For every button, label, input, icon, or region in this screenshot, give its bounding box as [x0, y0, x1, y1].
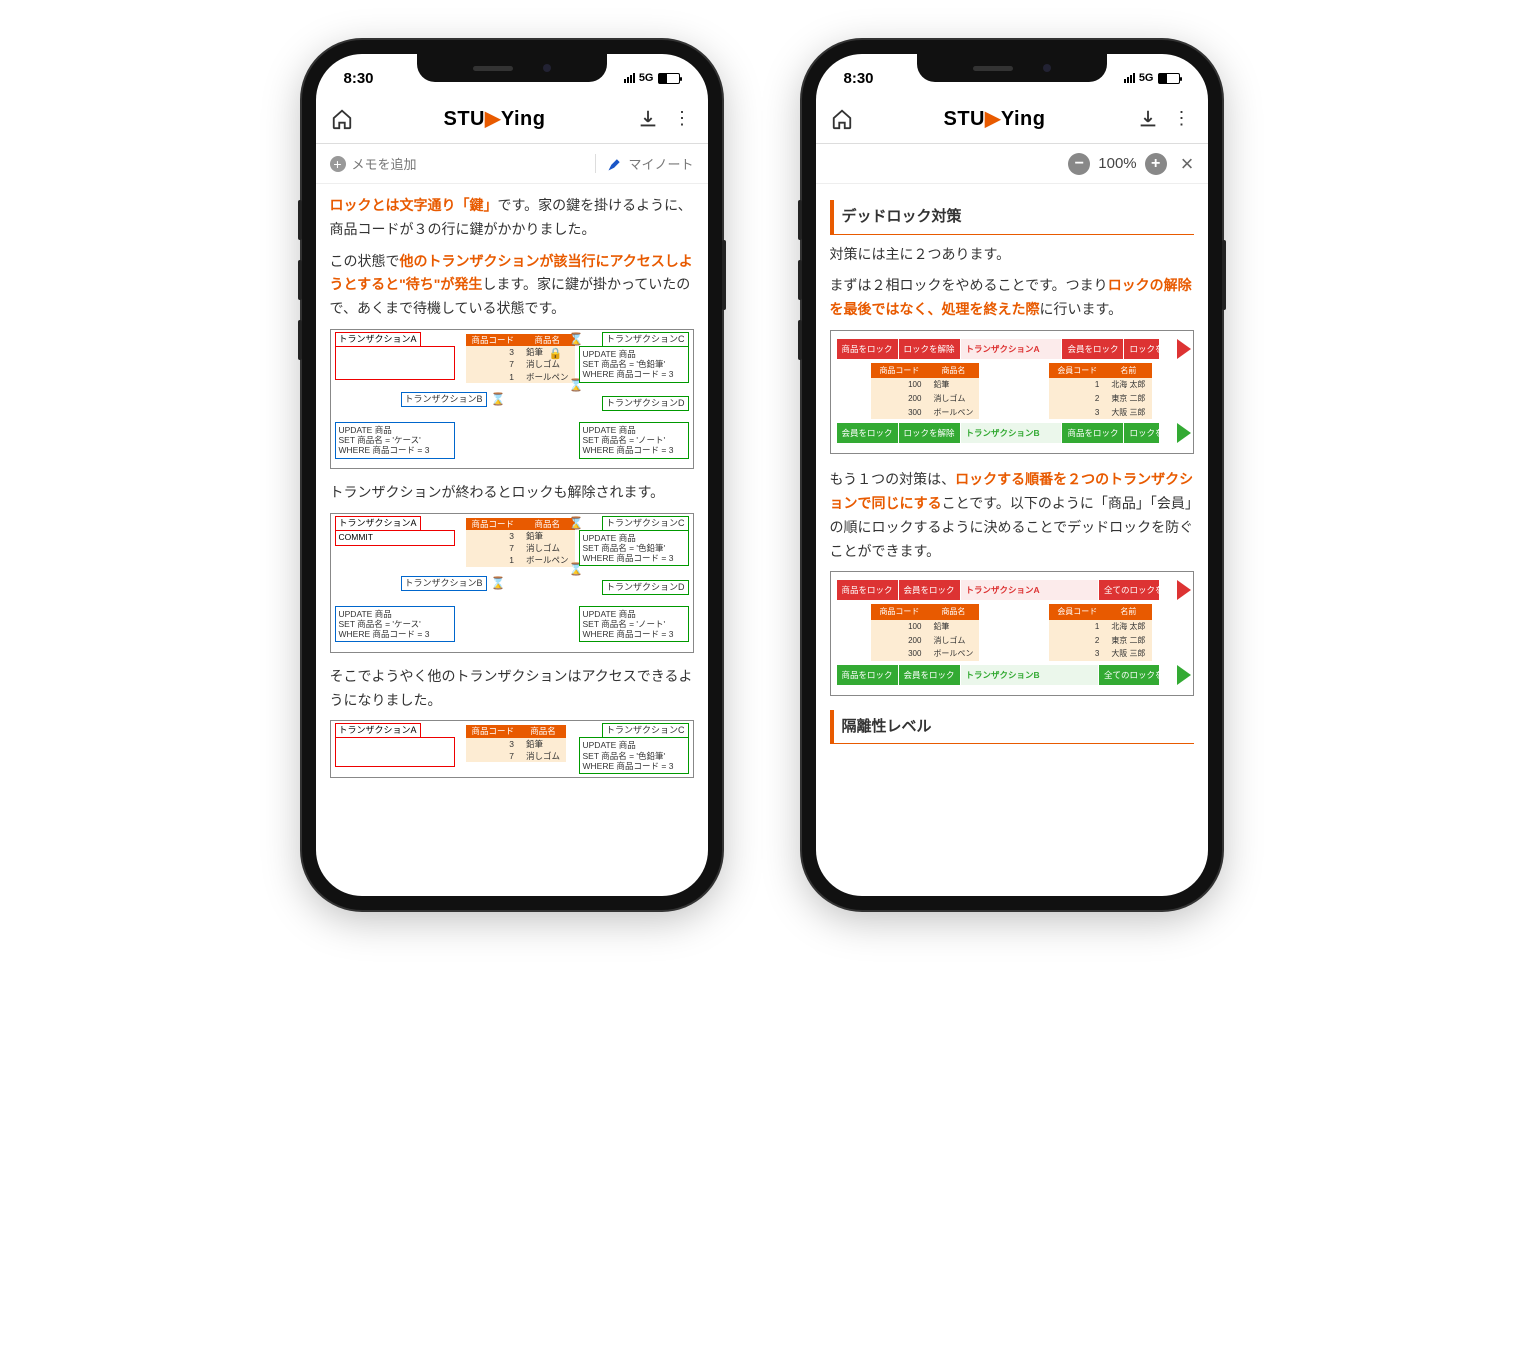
zoom-out-button[interactable]: − [1068, 153, 1090, 175]
paragraph: そこでようやく他のトランザクションはアクセスできるようになりました。 [330, 665, 694, 713]
status-right: 5G [624, 72, 680, 84]
app-title: STU▶Ying [364, 106, 626, 131]
add-memo-button[interactable]: +メモを追加 [330, 154, 417, 173]
flow-tables: 商品コード商品名100鉛筆200消しゴム300ボールペン 会員コード名前1北海 … [837, 604, 1187, 660]
tx-c-label: トランザクションC [602, 723, 689, 738]
zoom-in-button[interactable]: + [1145, 153, 1167, 175]
product-table: 商品コード商品名3鉛筆7消しゴム1ボールペン [466, 518, 575, 567]
tx-d-label: トランザクションD [602, 396, 689, 411]
tx-a-box: COMMIT [335, 530, 455, 546]
zoom-level: 100% [1098, 155, 1136, 172]
product-mini-table: 商品コード商品名100鉛筆200消しゴム300ボールペン [871, 604, 979, 660]
notch [917, 54, 1107, 82]
zoom-bar: − 100% + × [816, 144, 1208, 184]
transaction-diagram: トランザクションA 商品コード商品名3鉛筆7消しゴム トランザクションC UPD… [330, 720, 694, 778]
tx-a-box [335, 346, 455, 380]
screen: 8:30 5G STU▶Ying ⋮ +メモを追加 マイノート ロックとは文字通… [316, 54, 708, 896]
signal-icon [624, 73, 635, 83]
product-table: 商品コード商品名3鉛筆7消しゴム [466, 725, 567, 762]
tx-a-label: トランザクションA [335, 332, 421, 347]
my-note-button[interactable]: マイノート [595, 154, 693, 173]
flow-diagram: 商品をロック会員をロックトランザクションA全てのロックを解除 商品コード商品名1… [830, 571, 1194, 695]
tx-b-label: トランザクションB [401, 392, 487, 407]
hourglass-icon [569, 332, 581, 346]
plus-icon: + [330, 156, 346, 172]
transaction-diagram: トランザクションA COMMIT 商品コード商品名3鉛筆7消しゴム1ボールペン … [330, 513, 694, 653]
network-label: 5G [1139, 72, 1154, 84]
close-icon[interactable]: × [1181, 151, 1194, 177]
flow-row-a: 商品をロックロックを解除トランザクションA会員をロックロックを解除 [837, 339, 1187, 359]
flow-row-b: 会員をロックロックを解除トランザクションB商品をロックロックを解除 [837, 423, 1187, 443]
tx-c-box: UPDATE 商品 SET 商品名 = '色鉛筆' WHERE 商品コード = … [579, 530, 689, 567]
paragraph: 対策には主に２つあります。 [830, 243, 1194, 267]
clock: 8:30 [344, 70, 374, 87]
hourglass-icon [491, 576, 503, 590]
tx-d-box: UPDATE 商品 SET 商品名 = 'ノート' WHERE 商品コード = … [579, 422, 689, 459]
hourglass-icon [569, 516, 581, 530]
tx-c-box: UPDATE 商品 SET 商品名 = '色鉛筆' WHERE 商品コード = … [579, 737, 689, 774]
more-icon[interactable]: ⋮ [1170, 107, 1194, 131]
paragraph: トランザクションが終わるとロックも解除されます。 [330, 481, 694, 505]
flow-tables: 商品コード商品名100鉛筆200消しゴム300ボールペン 会員コード名前1北海 … [837, 363, 1187, 419]
notch [417, 54, 607, 82]
tx-a-label: トランザクションA [335, 723, 421, 738]
signal-icon [1124, 73, 1135, 83]
battery-icon [658, 73, 680, 84]
paragraph: まずは２相ロックをやめることです。つまりロックの解除を最後ではなく、処理を終えた… [830, 274, 1194, 322]
tx-b-label: トランザクションB [401, 576, 487, 591]
hourglass-icon [491, 392, 503, 406]
home-icon[interactable] [330, 107, 354, 131]
tx-d-box: UPDATE 商品 SET 商品名 = 'ノート' WHERE 商品コード = … [579, 606, 689, 643]
member-mini-table: 会員コード名前1北海 太郎2東京 二郎3大阪 三郎 [1049, 363, 1151, 419]
tx-d-label: トランザクションD [602, 580, 689, 595]
download-icon[interactable] [1136, 107, 1160, 131]
battery-icon [1158, 73, 1180, 84]
paragraph: もう１つの対策は、ロックする順番を２つのトランザクションで同じにすることです。以… [830, 468, 1194, 563]
download-icon[interactable] [636, 107, 660, 131]
phone-right: 8:30 5G STU▶Ying ⋮ − 100% + × デッドロック対策 対… [802, 40, 1222, 910]
home-icon[interactable] [830, 107, 854, 131]
phone-left: 8:30 5G STU▶Ying ⋮ +メモを追加 マイノート ロックとは文字通… [302, 40, 722, 910]
tx-b-box: UPDATE 商品 SET 商品名 = 'ケース' WHERE 商品コード = … [335, 422, 455, 459]
flow-row-b: 商品をロック会員をロックトランザクションB全てのロックを解除 [837, 665, 1187, 685]
content[interactable]: ロックとは文字通り「鍵」です。家の鍵を掛けるように、商品コードが３の行に鍵がかか… [316, 184, 708, 896]
status-right: 5G [1124, 72, 1180, 84]
screen: 8:30 5G STU▶Ying ⋮ − 100% + × デッドロック対策 対… [816, 54, 1208, 896]
flow-diagram: 商品をロックロックを解除トランザクションA会員をロックロックを解除 商品コード商… [830, 330, 1194, 454]
content[interactable]: デッドロック対策 対策には主に２つあります。 まずは２相ロックをやめることです。… [816, 184, 1208, 896]
app-header: STU▶Ying ⋮ [316, 94, 708, 144]
app-header: STU▶Ying ⋮ [816, 94, 1208, 144]
tx-a-box [335, 737, 455, 767]
pen-icon [608, 157, 622, 171]
clock: 8:30 [844, 70, 874, 87]
app-title: STU▶Ying [864, 106, 1126, 131]
member-mini-table: 会員コード名前1北海 太郎2東京 二郎3大阪 三郎 [1049, 604, 1151, 660]
flow-row-a: 商品をロック会員をロックトランザクションA全てのロックを解除 [837, 580, 1187, 600]
paragraph: ロックとは文字通り「鍵」です。家の鍵を掛けるように、商品コードが３の行に鍵がかか… [330, 194, 694, 242]
product-mini-table: 商品コード商品名100鉛筆200消しゴム300ボールペン [871, 363, 979, 419]
tx-a-label: トランザクションA [335, 516, 421, 531]
transaction-diagram: トランザクションA 商品コード商品名3鉛筆7消しゴム1ボールペン 🔒 トランザク… [330, 329, 694, 469]
sub-bar: +メモを追加 マイノート [316, 144, 708, 184]
lock-icon: 🔒 [549, 348, 563, 361]
tx-b-box: UPDATE 商品 SET 商品名 = 'ケース' WHERE 商品コード = … [335, 606, 455, 643]
section-heading: デッドロック対策 [830, 200, 1194, 235]
network-label: 5G [639, 72, 654, 84]
paragraph: この状態で他のトランザクションが該当行にアクセスしようとすると"待ち"が発生しま… [330, 250, 694, 321]
tx-c-box: UPDATE 商品 SET 商品名 = '色鉛筆' WHERE 商品コード = … [579, 346, 689, 383]
tx-c-label: トランザクションC [602, 332, 689, 347]
tx-c-label: トランザクションC [602, 516, 689, 531]
section-heading: 隔離性レベル [830, 710, 1194, 745]
more-icon[interactable]: ⋮ [670, 107, 694, 131]
